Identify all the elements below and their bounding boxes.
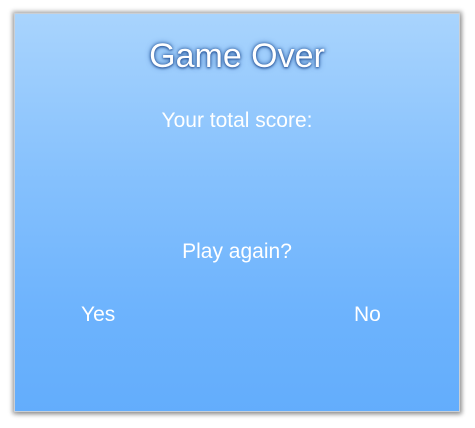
play-again-prompt: Play again? xyxy=(182,240,292,263)
game-over-title: Game Over xyxy=(149,37,325,75)
game-over-dialog: Game Over Your total score: Play again? … xyxy=(14,13,460,412)
game-screen: Game Over Your total score: Play again? … xyxy=(0,0,475,428)
no-button[interactable]: No xyxy=(352,302,383,328)
total-score-label: Your total score: xyxy=(161,109,313,132)
yes-button[interactable]: Yes xyxy=(79,302,117,328)
